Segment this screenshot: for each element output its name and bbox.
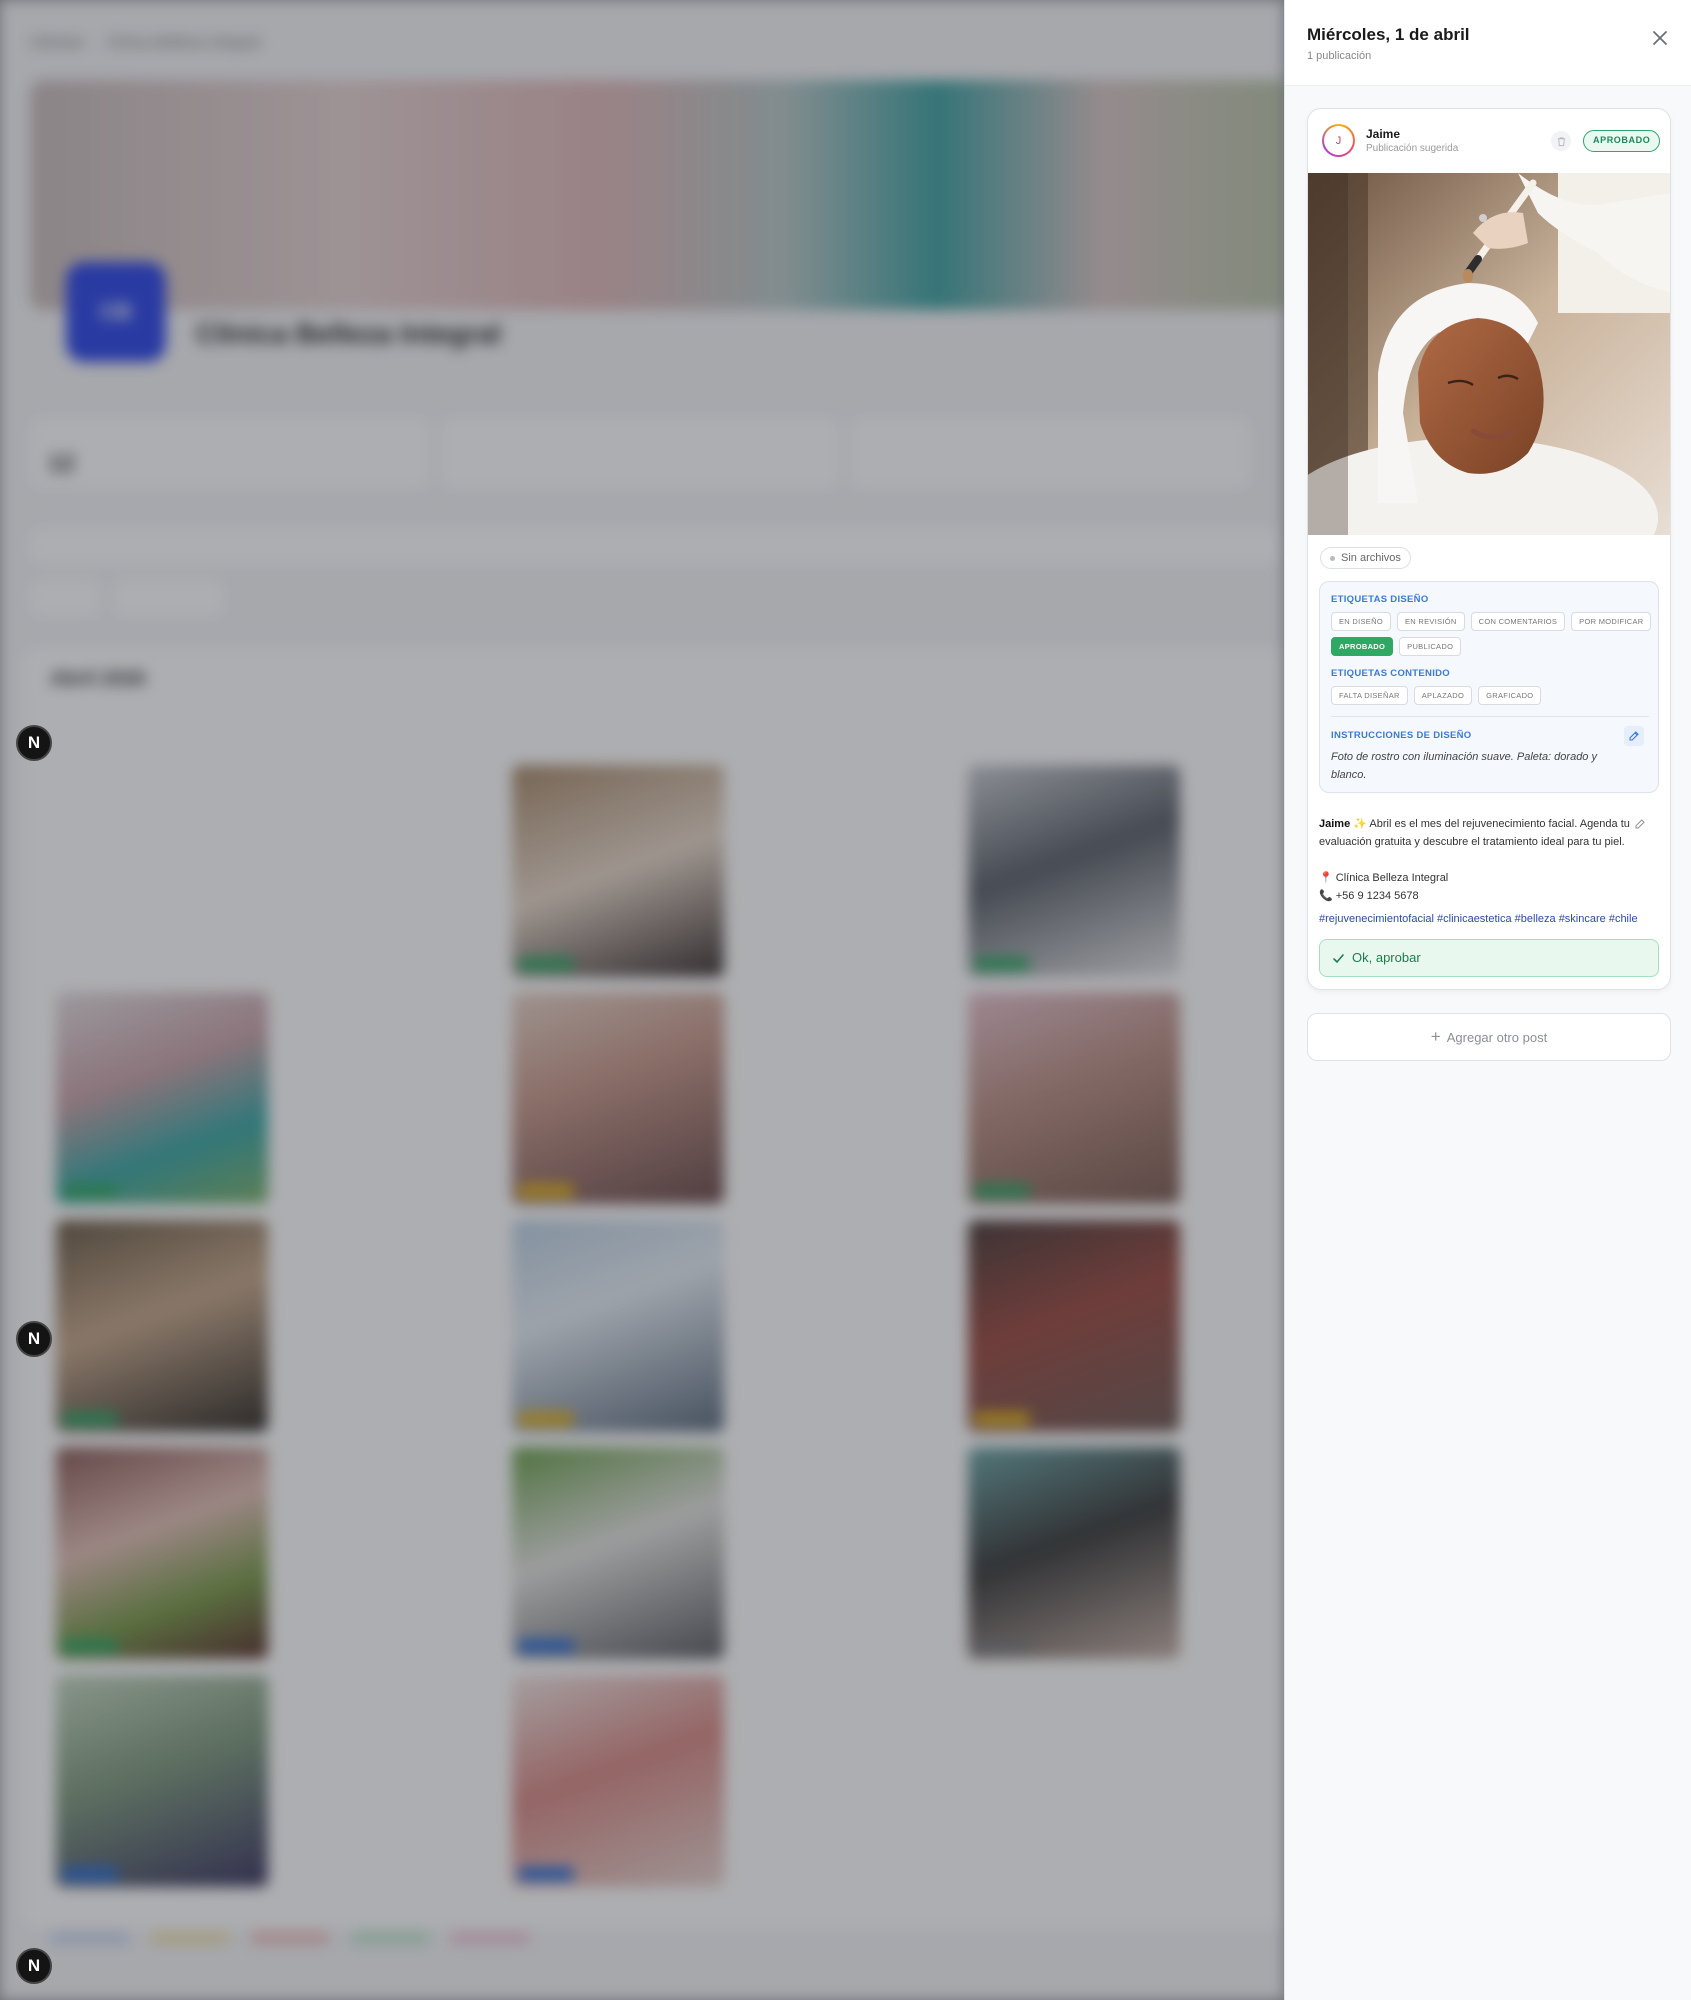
design-instructions-label: INSTRUCCIONES DE DISEÑO — [1331, 730, 1472, 741]
post-author: Jaime — [1366, 127, 1401, 141]
location-line: 📍 Clínica Belleza Integral — [1319, 872, 1449, 884]
caption-author: Jaime — [1319, 818, 1351, 830]
delete-post-button[interactable] — [1551, 131, 1571, 151]
close-button[interactable] — [1647, 28, 1673, 54]
n-logo-icon[interactable]: N — [16, 725, 52, 761]
post-card-header: J Jaime Publicación sugerida APROBADO — [1308, 109, 1670, 173]
content-tags-label: ETIQUETAS CONTENIDO — [1331, 668, 1450, 679]
plus-icon: + — [1430, 1027, 1441, 1046]
n-logo-icon[interactable]: N — [16, 1321, 52, 1357]
approve-button-label: Ok, aprobar — [1352, 950, 1421, 965]
avatar-initial: J — [1324, 126, 1353, 155]
design-instructions-text: Foto de rostro con iluminación suave. Pa… — [1331, 751, 1597, 781]
check-icon — [1333, 954, 1344, 964]
add-post-label: Agregar otro post — [1446, 1030, 1548, 1045]
tags-panel: ETIQUETAS DISEÑO EN DISEÑO EN REVISIÓN C… — [1319, 581, 1659, 793]
design-tags-row: APROBADO PUBLICADO — [1331, 637, 1462, 656]
facial-treatment-photo — [1308, 173, 1670, 535]
drawer-title: Miércoles, 1 de abril — [1307, 25, 1470, 44]
tag-graficado[interactable]: GRAFICADO — [1478, 686, 1542, 705]
post-image — [1308, 173, 1670, 535]
tag-en-diseno[interactable]: EN DISEÑO — [1331, 612, 1391, 631]
status-badge: APROBADO — [1583, 130, 1661, 152]
tag-aplazado[interactable]: APLAZADO — [1413, 686, 1473, 705]
tag-aprobado[interactable]: APROBADO — [1331, 637, 1394, 656]
day-detail-drawer: Miércoles, 1 de abril 1 publicación J Ja… — [1284, 0, 1691, 2000]
edit-icon — [1629, 731, 1639, 741]
post-hashtags: #rejuvenecimientofacial #clinicaestetica… — [1319, 913, 1638, 925]
n-logo-icon[interactable]: N — [16, 1948, 52, 1984]
edit-instructions-button[interactable] — [1624, 726, 1644, 746]
files-chip[interactable]: Sin archivos — [1320, 547, 1411, 569]
design-tags-row: EN DISEÑO EN REVISIÓN CON COMENTARIOS PO… — [1331, 612, 1652, 631]
approve-button[interactable]: Ok, aprobar — [1319, 939, 1659, 977]
drawer-subtitle: 1 publicación — [1307, 50, 1372, 62]
close-icon — [1653, 31, 1667, 45]
tag-en-revision[interactable]: EN REVISIÓN — [1396, 612, 1465, 631]
content-tags-row: FALTA DISEÑAR APLAZADO GRAFICADO — [1331, 686, 1542, 705]
post-caption: Jaime ✨ Abril es el mes del rejuvenecimi… — [1319, 815, 1649, 851]
modal-backdrop[interactable] — [0, 0, 1284, 2000]
edit-icon — [1635, 819, 1645, 829]
tag-publicado[interactable]: PUBLICADO — [1399, 637, 1462, 656]
phone-line: 📞 +56 9 1234 5678 — [1319, 890, 1419, 902]
trash-icon — [1557, 136, 1565, 146]
tag-con-comentarios[interactable]: CON COMENTARIOS — [1470, 612, 1566, 631]
divider — [1331, 716, 1649, 717]
post-card: J Jaime Publicación sugerida APROBADO Si… — [1307, 108, 1671, 990]
post-contact: 📍 Clínica Belleza Integral 📞 +56 9 1234 … — [1319, 869, 1448, 905]
drawer-header: Miércoles, 1 de abril 1 publicación — [1285, 0, 1691, 86]
tag-falta-disenar[interactable]: FALTA DISEÑAR — [1331, 686, 1408, 705]
tag-por-modificar[interactable]: POR MODIFICAR — [1571, 612, 1652, 631]
edit-caption-button[interactable] — [1634, 817, 1648, 831]
avatar: J — [1322, 124, 1355, 157]
add-post-button[interactable]: + Agregar otro post — [1307, 1013, 1671, 1061]
design-tags-label: ETIQUETAS DISEÑO — [1331, 594, 1429, 605]
caption-text: ✨ Abril es el mes del rejuvenecimiento f… — [1319, 818, 1630, 848]
post-author-subtitle: Publicación sugerida — [1366, 143, 1459, 154]
